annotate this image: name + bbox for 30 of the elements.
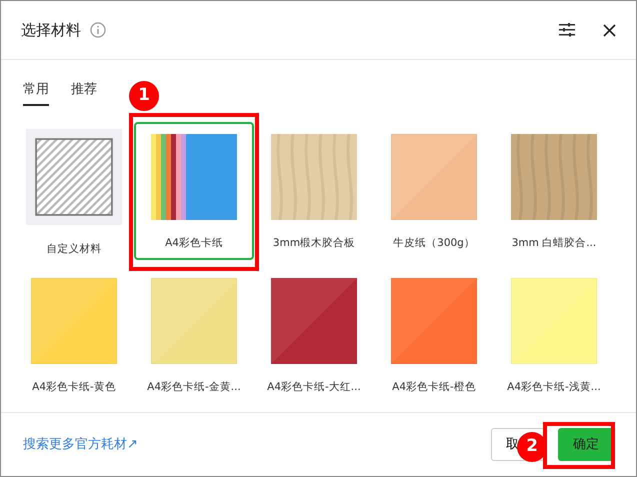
search-more-link[interactable]: 搜索更多官方耗材↗ (23, 434, 138, 454)
material-tile[interactable]: A4彩色卡纸 (134, 122, 254, 260)
material-tile[interactable]: A4彩色卡纸-大红... (254, 266, 374, 404)
material-label: A4彩色卡纸-大红... (267, 380, 361, 395)
info-icon[interactable] (90, 22, 106, 38)
step-callout-tooltip: 1 (129, 81, 159, 111)
material-label: A4彩色卡纸-黄色 (32, 380, 116, 395)
material-tile[interactable]: A4彩色卡纸-橙色 (374, 266, 494, 404)
material-label: A4彩色卡纸-浅黄... (507, 380, 601, 395)
custom-material-icon (26, 128, 122, 226)
material-tile[interactable]: 自定义材料 (14, 122, 134, 260)
material-tile[interactable]: A4彩色卡纸-金黄... (134, 266, 254, 404)
material-tile[interactable]: 3mm 白蜡胶合... (494, 122, 614, 260)
material-label: A4彩色卡纸-金黄... (147, 380, 241, 395)
close-icon[interactable] (603, 24, 616, 36)
tab[interactable]: 推荐 (71, 80, 97, 106)
settings-icon[interactable] (559, 23, 575, 37)
material-tile[interactable]: 3mm椴木胶合板 (254, 122, 374, 260)
material-tile[interactable]: A4彩色卡纸-浅黄... (494, 266, 614, 404)
material-label: A4彩色卡纸 (165, 236, 223, 251)
material-label: A4彩色卡纸-橙色 (392, 380, 476, 395)
material-label: 牛皮纸（300g） (393, 236, 475, 251)
confirm-button[interactable]: 确定 (558, 428, 614, 461)
material-label: 3mm椴木胶合板 (272, 236, 356, 251)
tab[interactable]: 常用 (23, 80, 49, 106)
material-tile[interactable]: 牛皮纸（300g） (374, 122, 494, 260)
material-label: 3mm 白蜡胶合... (512, 236, 596, 251)
material-tile[interactable]: A4彩色卡纸-黄色 (14, 266, 134, 404)
dialog-title: 选择材料 (21, 20, 81, 41)
material-label: 自定义材料 (46, 242, 102, 257)
